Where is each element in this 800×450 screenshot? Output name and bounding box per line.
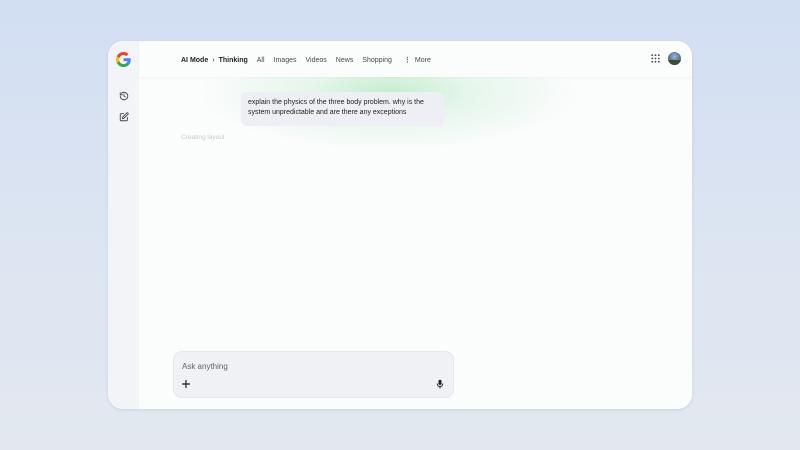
- sidebar: [108, 41, 139, 409]
- mic-icon[interactable]: [435, 379, 445, 389]
- history-icon: [119, 91, 128, 100]
- history-button[interactable]: [115, 87, 132, 104]
- vertical-dots-icon: ⋮: [403, 57, 411, 64]
- ask-input[interactable]: [182, 360, 422, 372]
- tab-all[interactable]: All: [257, 57, 265, 64]
- breadcrumb-separator: ›: [212, 56, 215, 64]
- breadcrumb-mode[interactable]: AI Mode: [181, 57, 208, 64]
- new-chat-button[interactable]: [115, 108, 132, 125]
- composer: [173, 351, 454, 398]
- profile-avatar[interactable]: [668, 52, 681, 65]
- breadcrumb-current: Thinking: [218, 56, 248, 64]
- plus-icon[interactable]: [181, 379, 191, 389]
- status-text: Creating layout: [181, 134, 225, 141]
- more-label: More: [414, 56, 431, 64]
- main-area: AI Mode › Thinking All Images Videos New…: [139, 41, 692, 409]
- user-message-text: explain the physics of the three body pr…: [248, 99, 424, 116]
- more-button[interactable]: ⋮ More: [403, 56, 431, 65]
- new-chat-icon: [119, 111, 129, 121]
- user-message-bubble: explain the physics of the three body pr…: [241, 92, 444, 126]
- apps-grid-icon[interactable]: [651, 54, 660, 63]
- tab-shopping[interactable]: Shopping: [362, 57, 392, 64]
- tab-videos[interactable]: Videos: [306, 57, 327, 64]
- tab-images[interactable]: Images: [274, 57, 297, 64]
- nav-bar: AI Mode › Thinking All Images Videos New…: [181, 56, 431, 65]
- google-logo-icon[interactable]: [116, 52, 131, 67]
- app-window: AI Mode › Thinking All Images Videos New…: [108, 41, 692, 409]
- top-header: AI Mode › Thinking All Images Videos New…: [139, 41, 692, 77]
- tab-news[interactable]: News: [336, 57, 354, 64]
